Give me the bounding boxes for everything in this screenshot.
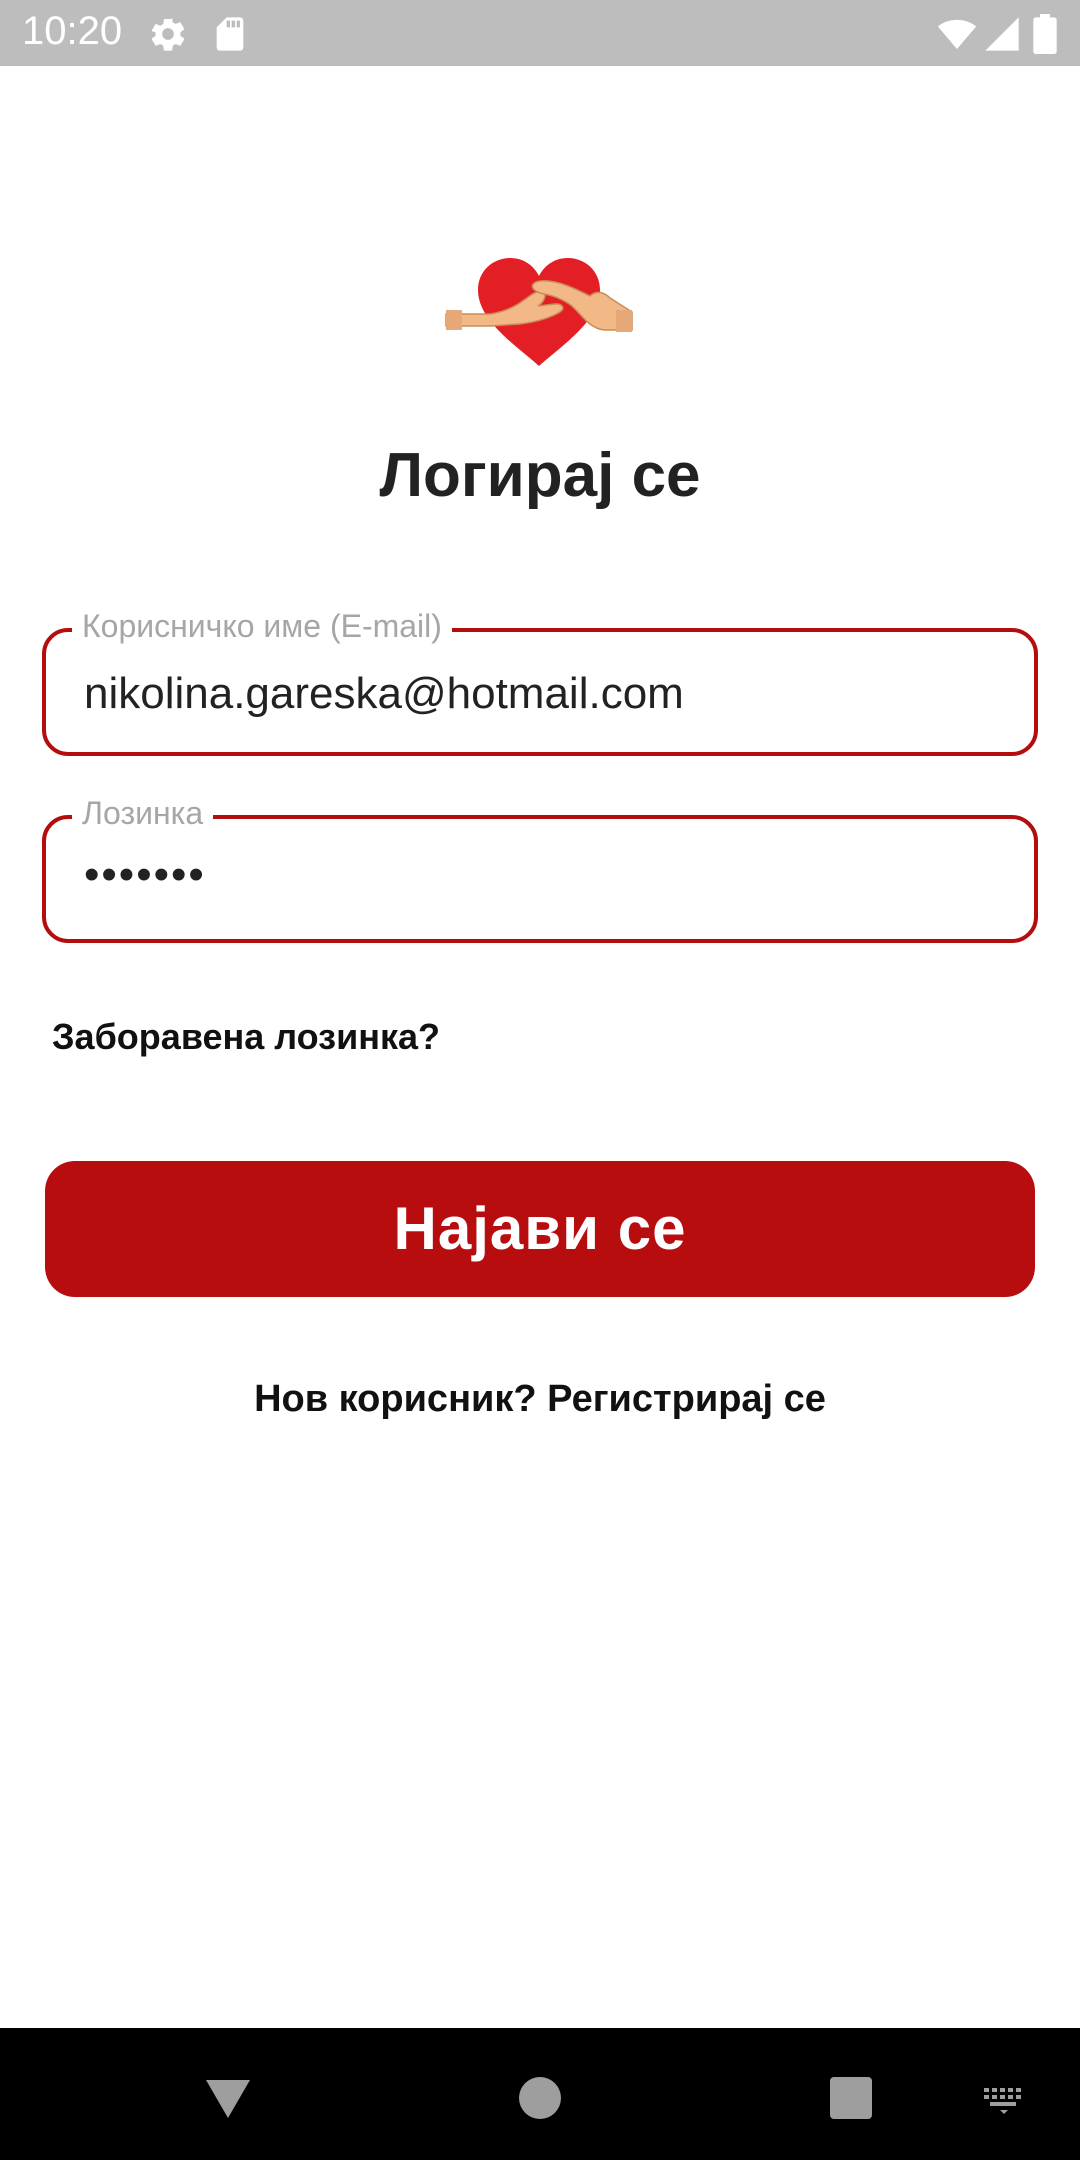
password-field-value[interactable]: •••••••: [84, 849, 206, 901]
password-field[interactable]: Лозинка •••••••: [42, 793, 1038, 943]
back-icon[interactable]: [198, 2068, 258, 2128]
email-field-value[interactable]: nikolina.gareska@hotmail.com: [84, 668, 684, 720]
keyboard-icon[interactable]: [980, 2068, 1028, 2128]
status-time: 10:20: [22, 9, 123, 53]
page-title: Логирај се: [379, 441, 701, 510]
login-button[interactable]: Најави се: [45, 1161, 1035, 1297]
recents-icon[interactable]: [821, 2068, 881, 2128]
status-bar: 10:20: [0, 0, 1080, 66]
forgot-password-link[interactable]: Заборавена лозинка?: [52, 1016, 440, 1058]
register-link[interactable]: Нов корисник? Регистрирај се: [0, 1378, 1080, 1421]
wifi-icon: [937, 19, 977, 49]
gear-icon: [151, 18, 185, 51]
password-field-label: Лозинка: [72, 793, 214, 833]
home-icon[interactable]: [510, 2068, 570, 2128]
login-screen: 10:20 Логирај се Корисничко име (E-mail)…: [0, 0, 1080, 2160]
navigation-bar: [0, 2028, 1080, 2160]
battery-icon: [1033, 14, 1057, 54]
email-field[interactable]: Корисничко име (E-mail) nikolina.gareska…: [42, 606, 1038, 756]
email-field-label: Корисничко име (E-mail): [72, 606, 452, 646]
heart-hands-icon: [445, 258, 633, 366]
signal-icon: [985, 17, 1019, 51]
sd-card-icon: [216, 17, 244, 51]
